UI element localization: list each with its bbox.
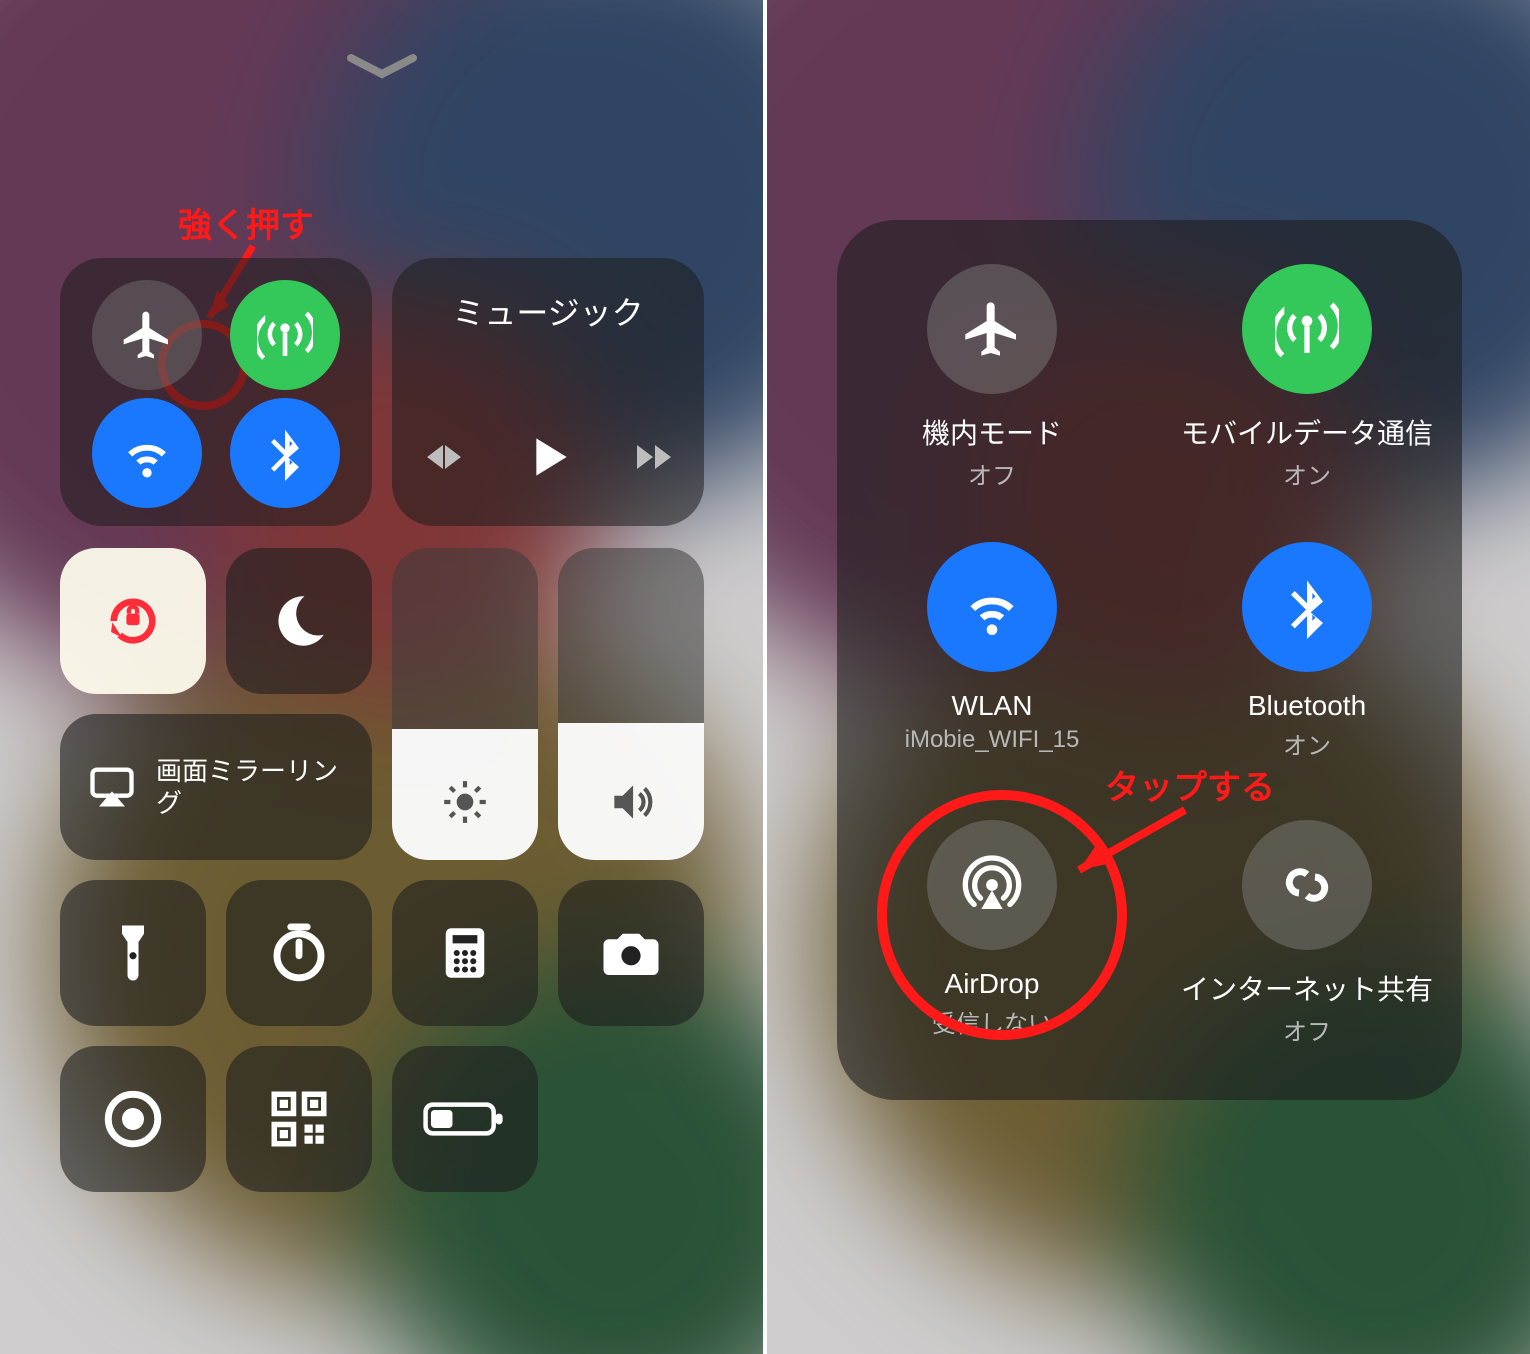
calculator-icon	[432, 920, 498, 986]
bluetooth-status: オン	[1152, 726, 1462, 761]
rotation-lock-icon	[100, 588, 166, 654]
annotation-arrow-icon	[1057, 800, 1197, 890]
next-track-button[interactable]	[629, 433, 677, 486]
bluetooth-icon	[257, 425, 313, 481]
connectivity-expanded-screenshot: 機内モード オフ モバイルデータ通信 オン WLAN iMobie_WIFI_1…	[767, 0, 1530, 1354]
connectivity-tile[interactable]	[60, 258, 372, 526]
bluetooth-icon	[1242, 542, 1372, 672]
airplane-icon	[927, 264, 1057, 394]
cellular-antenna-icon	[1242, 264, 1372, 394]
personal-hotspot-label: インターネット共有	[1152, 968, 1462, 1008]
previous-track-button[interactable]	[419, 433, 467, 486]
cellular-antenna-icon	[257, 307, 313, 363]
calculator-button[interactable]	[392, 880, 538, 1026]
screen-record-button[interactable]	[60, 1046, 206, 1192]
moon-icon	[266, 588, 332, 654]
airplane-mode-label: 機内モード	[837, 412, 1147, 452]
cellular-data-toggle[interactable]	[230, 280, 340, 390]
orientation-lock-toggle[interactable]	[60, 548, 206, 694]
wifi-icon	[927, 542, 1057, 672]
wlan-label: WLAN	[837, 690, 1147, 722]
airplane-mode-status: オフ	[837, 456, 1147, 491]
record-icon	[100, 1086, 166, 1152]
screen-mirroring-button[interactable]: 画面ミラーリング	[60, 714, 372, 860]
cellular-data-label: モバイルデータ通信	[1152, 412, 1462, 452]
battery-icon	[422, 1096, 508, 1142]
volume-icon	[606, 777, 656, 832]
bluetooth-item[interactable]: Bluetooth オン	[1152, 542, 1462, 761]
personal-hotspot-item[interactable]: インターネット共有 オフ	[1152, 820, 1462, 1047]
airplane-icon	[119, 307, 175, 363]
camera-button[interactable]	[558, 880, 704, 1026]
wlan-item[interactable]: WLAN iMobie_WIFI_15	[837, 542, 1147, 754]
brightness-icon	[440, 777, 490, 832]
wifi-toggle[interactable]	[92, 398, 202, 508]
chevron-down-icon[interactable]	[347, 52, 417, 85]
bluetooth-label: Bluetooth	[1152, 690, 1462, 722]
wlan-status: iMobie_WIFI_15	[837, 726, 1147, 754]
airplay-icon	[86, 761, 138, 813]
qr-code-button[interactable]	[226, 1046, 372, 1192]
cellular-data-item[interactable]: モバイルデータ通信 オン	[1152, 264, 1462, 491]
bluetooth-toggle[interactable]	[230, 398, 340, 508]
flashlight-icon	[100, 920, 166, 986]
airplane-mode-item[interactable]: 機内モード オフ	[837, 264, 1147, 491]
volume-slider[interactable]	[558, 548, 704, 860]
qr-code-icon	[266, 1086, 332, 1152]
timer-button[interactable]	[226, 880, 372, 1026]
brightness-slider[interactable]	[392, 548, 538, 860]
low-power-mode-button[interactable]	[392, 1046, 538, 1192]
play-button[interactable]	[520, 429, 576, 490]
timer-icon	[266, 920, 332, 986]
control-center-collapsed-screenshot: 強く押す ミュージック	[0, 0, 767, 1354]
music-tile[interactable]: ミュージック	[392, 258, 704, 526]
wifi-icon	[119, 425, 175, 481]
hotspot-icon	[1242, 820, 1372, 950]
music-title: ミュージック	[392, 288, 704, 334]
camera-icon	[598, 920, 664, 986]
cellular-data-status: オン	[1152, 456, 1462, 491]
screen-mirroring-label: 画面ミラーリング	[156, 755, 346, 820]
flashlight-button[interactable]	[60, 880, 206, 1026]
airplane-mode-toggle[interactable]	[92, 280, 202, 390]
personal-hotspot-status: オフ	[1152, 1012, 1462, 1047]
do-not-disturb-toggle[interactable]	[226, 548, 372, 694]
